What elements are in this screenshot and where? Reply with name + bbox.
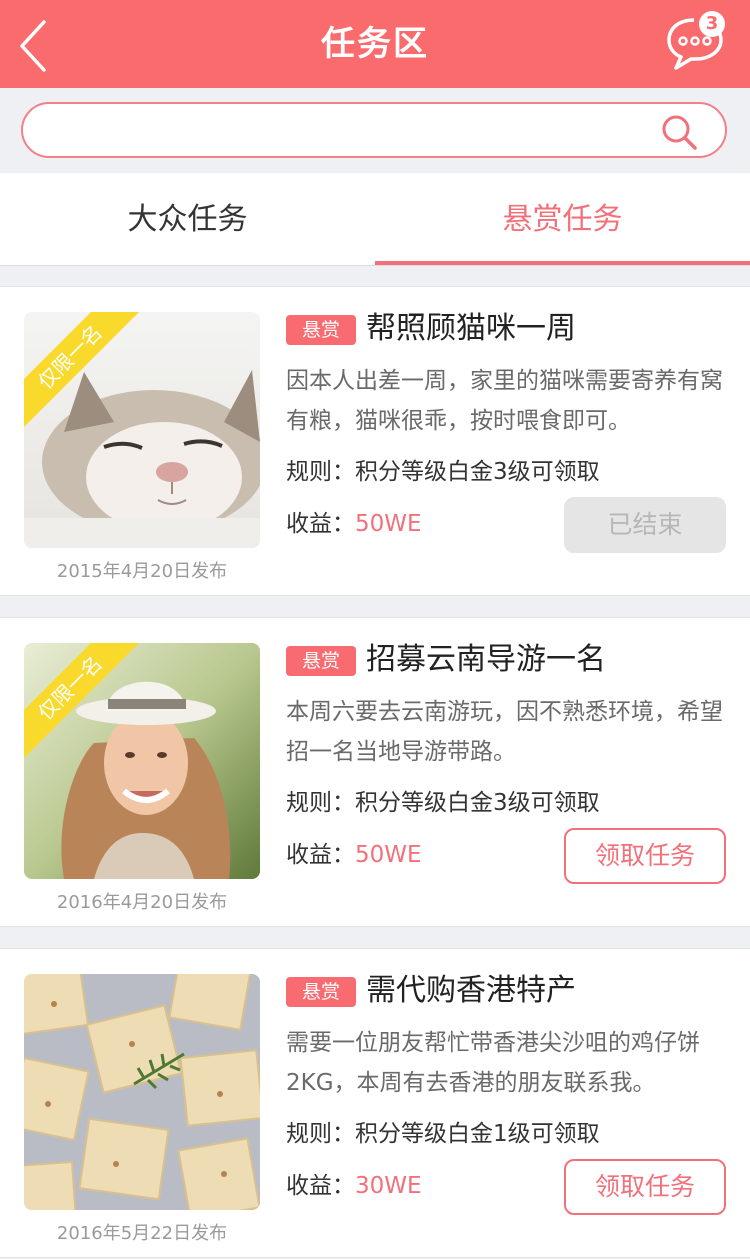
task-tabs: 大众任务 悬赏任务 [0,173,750,266]
rule-value: 积分等级白金3级可领取 [355,459,600,485]
task-image-cookies [24,974,260,1210]
rule-value: 积分等级白金1级可领取 [355,1121,600,1147]
page-title: 任务区 [321,24,429,64]
task-income: 收益：30WE [286,1169,422,1203]
limited-ribbon: 仅限一名 [24,312,144,432]
task-card[interactable]: 仅限一名 2015年4月20日发布 悬赏 帮照顾猫咪一周 因本人出差一周，家里的… [0,286,750,596]
notification-badge: 3 [699,11,725,37]
rule-label: 规则： [286,459,355,485]
tab-public-tasks[interactable]: 大众任务 [0,173,375,266]
income-label: 收益： [286,1173,355,1199]
task-title[interactable]: 招募云南导游一名 [366,638,606,682]
task-card[interactable]: 仅限一名 2016年4月20日发布 悬赏 招募云南导游一名 本周六要去云南游玩，… [0,617,750,927]
task-description: 因本人出差一周，家里的猫咪需要寄养有窝有粮，猫咪很乖，按时喂食即可。 [286,368,723,434]
rule-label: 规则： [286,1121,355,1147]
claim-task-button[interactable]: 领取任务 [564,1159,726,1215]
task-rule: 规则：积分等级白金3级可领取 [286,786,600,820]
task-title[interactable]: 帮照顾猫咪一周 [366,307,576,351]
reward-tag: 悬赏 [286,646,356,676]
task-title[interactable]: 需代购香港特产 [366,969,576,1013]
search-field[interactable] [21,102,727,158]
search-icon[interactable] [659,112,699,152]
income-value: 50WE [355,842,422,868]
rule-value: 积分等级白金3级可领取 [355,790,600,816]
task-rule: 规则：积分等级白金3级可领取 [286,455,600,489]
divider [0,265,750,266]
task-income: 收益：50WE [286,507,422,541]
publish-date: 2016年5月22日发布 [56,1223,228,1244]
task-income: 收益：50WE [286,838,422,872]
income-value: 30WE [355,1173,422,1199]
income-label: 收益： [286,842,355,868]
task-card[interactable]: 2016年5月22日发布 悬赏 需代购香港特产 需要一位朋友帮忙带香港尖沙咀的鸡… [0,948,750,1258]
task-rule: 规则：积分等级白金1级可领取 [286,1117,600,1151]
tab-reward-tasks[interactable]: 悬赏任务 [375,173,750,266]
task-image-cat: 仅限一名 [24,312,260,548]
search-bar [0,88,750,173]
app-header: 任务区 3 [0,0,750,88]
task-description: 本周六要去云南游玩，因不熟悉环境，希望招一名当地导游带路。 [286,699,723,765]
publish-date: 2016年4月20日发布 [56,892,228,913]
task-description: 需要一位朋友帮忙带香港尖沙咀的鸡仔饼2KG，本周有去香港的朋友联系我。 [286,1030,700,1096]
income-label: 收益： [286,511,355,537]
task-image-woman: 仅限一名 [24,643,260,879]
reward-tag: 悬赏 [286,977,356,1007]
limited-ribbon: 仅限一名 [24,643,144,763]
claim-task-button[interactable]: 领取任务 [564,828,726,884]
publish-date: 2015年4月20日发布 [56,561,228,582]
reward-tag: 悬赏 [286,315,356,345]
income-value: 50WE [355,511,422,537]
search-input[interactable] [43,114,643,146]
ended-button: 已结束 [564,497,726,553]
rule-label: 规则： [286,790,355,816]
